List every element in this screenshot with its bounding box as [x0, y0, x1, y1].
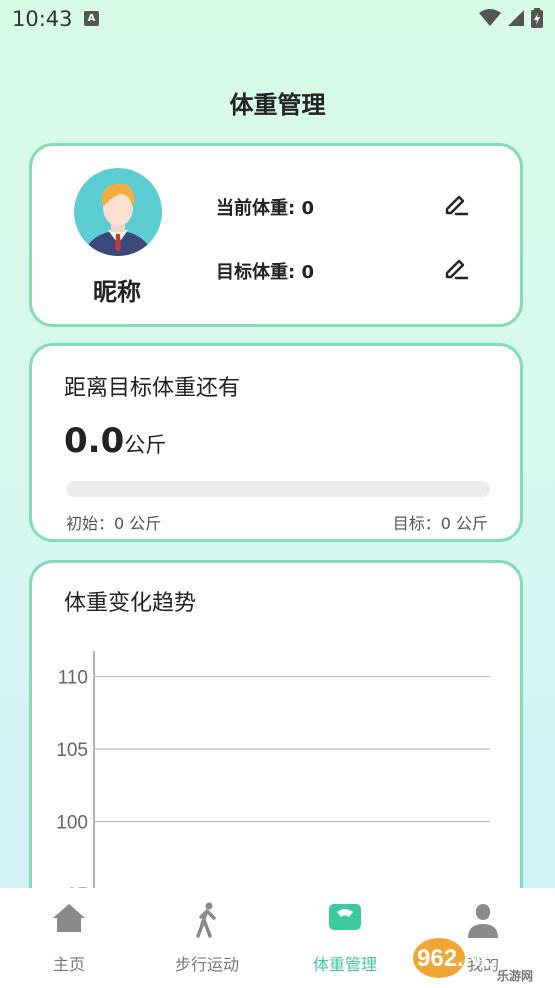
y-tick-label: 110 [58, 668, 88, 689]
page-title: 体重管理 [229, 91, 326, 119]
target-weight-footer: 目标：0 公斤 [392, 514, 488, 533]
progress-card: 距离目标体重还有 0.0公斤 初始：0 公斤 目标：0 公斤 [29, 343, 523, 542]
avatar-person-icon [84, 183, 152, 256]
y-tick-label: 100 [56, 813, 88, 834]
tab-walking[interactable]: 步行运动 [138, 888, 276, 988]
edit-current-weight-icon[interactable] [442, 190, 470, 218]
weight-progress-bar [66, 481, 490, 497]
person-icon [468, 904, 498, 938]
remaining-weight: 0.0公斤 [64, 421, 166, 461]
avatar[interactable] [74, 168, 162, 256]
battery-icon [531, 8, 543, 28]
tab-weight[interactable]: 体重管理 [276, 888, 414, 988]
scale-icon [329, 904, 361, 930]
y-tick-label: 105 [56, 740, 88, 761]
status-bar: 10:43 A [0, 0, 555, 38]
wifi-icon [479, 9, 501, 26]
edit-target-weight-icon[interactable] [442, 254, 470, 282]
trend-card: 体重变化趋势 11010510095 [29, 560, 523, 923]
system-icons [479, 8, 543, 28]
notification-icon: A [84, 11, 99, 26]
initial-weight-label: 初始：0 公斤 [66, 514, 162, 533]
target-weight-label: 目标体重: 0 [216, 262, 314, 283]
remaining-weight-value: 0.0 [64, 421, 125, 461]
status-time: 10:43 [12, 7, 73, 31]
walking-icon [196, 902, 216, 938]
home-icon [53, 904, 85, 932]
tab-weight-label: 体重管理 [312, 955, 377, 974]
remaining-weight-unit: 公斤 [124, 433, 167, 457]
progress-card-title: 距离目标体重还有 [64, 376, 241, 401]
profile-card: 昵称 当前体重: 0 目标体重: 0 [29, 143, 523, 327]
tab-home[interactable]: 主页 [0, 888, 138, 988]
weight-trend-chart: 11010510095 [56, 651, 490, 923]
signal-icon [508, 10, 524, 26]
tab-home-label: 主页 [52, 955, 85, 974]
watermark-logo: 962.NET 乐游网 [413, 938, 533, 983]
watermark-subtext: 乐游网 [497, 968, 533, 983]
tab-walking-label: 步行运动 [174, 955, 239, 974]
trend-card-title: 体重变化趋势 [64, 591, 197, 616]
nickname[interactable]: 昵称 [62, 272, 172, 307]
watermark-text: 962.NET [417, 945, 512, 972]
current-weight-label: 当前体重: 0 [216, 198, 314, 219]
